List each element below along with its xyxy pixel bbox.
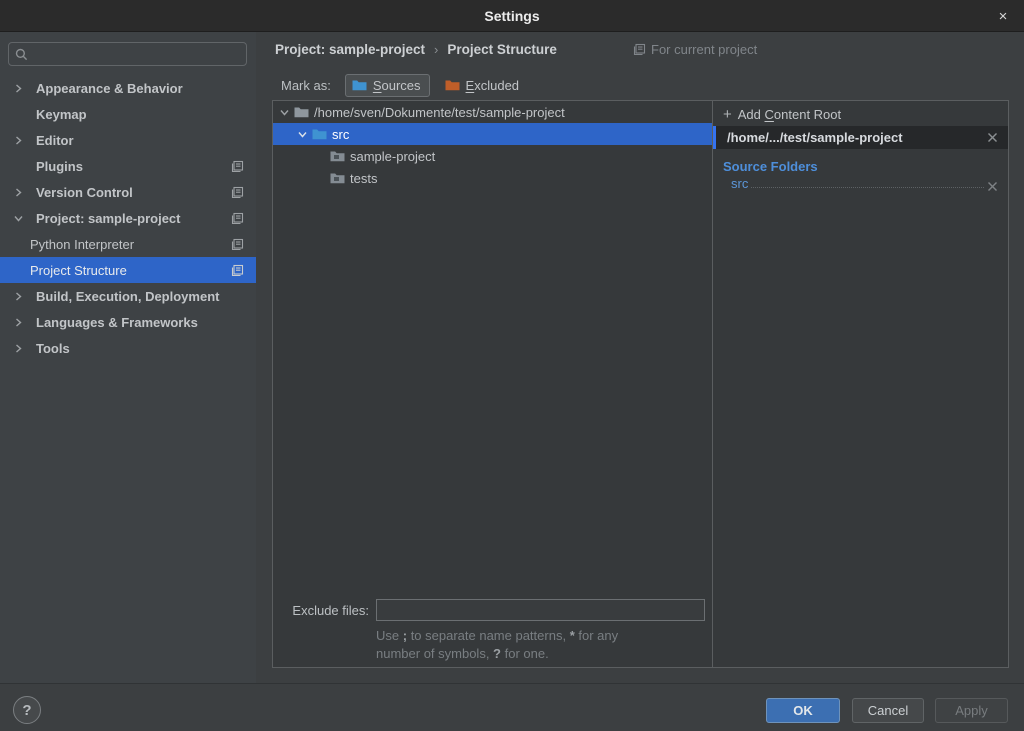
per-project-icon bbox=[231, 238, 244, 251]
exclude-files-block: Exclude files: Use ; to separate name pa… bbox=[273, 599, 712, 663]
folder-icon bbox=[294, 106, 309, 118]
exclude-files-hint: Use ; to separate name patterns, * for a… bbox=[376, 627, 706, 663]
sidebar-item-version-control[interactable]: Version Control bbox=[0, 179, 256, 205]
close-icon[interactable]: × bbox=[990, 0, 1016, 32]
window-titlebar: Settings × bbox=[0, 0, 1024, 32]
chevron-down-icon bbox=[14, 214, 28, 223]
chevron-right-icon bbox=[14, 318, 28, 327]
chevron-down-icon bbox=[280, 108, 294, 117]
remove-content-root-icon[interactable] bbox=[987, 132, 998, 143]
dialog-footer: ? OK Cancel Apply bbox=[0, 683, 1024, 731]
chevron-down-icon bbox=[298, 130, 312, 139]
project-structure-panel: /home/sven/Dokumente/test/sample-project… bbox=[272, 100, 1009, 668]
per-project-icon bbox=[231, 212, 244, 225]
source-folder-icon bbox=[312, 128, 327, 140]
source-folder-row[interactable]: src bbox=[731, 176, 998, 196]
sidebar-item-project-structure[interactable]: Project Structure bbox=[0, 257, 256, 283]
source-folder-name: src bbox=[731, 176, 748, 191]
content-tree: /home/sven/Dokumente/test/sample-project… bbox=[273, 101, 712, 667]
search-icon bbox=[15, 48, 28, 61]
tree-row-content-root[interactable]: /home/sven/Dokumente/test/sample-project bbox=[273, 101, 712, 123]
breadcrumb-page: Project Structure bbox=[447, 42, 557, 57]
plus-icon: + bbox=[723, 106, 732, 123]
question-mark-icon: ? bbox=[22, 702, 31, 719]
remove-source-folder-icon[interactable] bbox=[987, 181, 998, 192]
breadcrumb-separator: › bbox=[434, 42, 438, 57]
breadcrumb-project: Project: sample-project bbox=[275, 42, 425, 57]
help-button[interactable]: ? bbox=[13, 696, 41, 724]
for-current-project-note: For current project bbox=[633, 38, 757, 60]
mark-sources-button[interactable]: Sources bbox=[345, 74, 430, 97]
chevron-right-icon bbox=[14, 136, 28, 145]
cancel-button[interactable]: Cancel bbox=[852, 698, 924, 723]
chevron-right-icon bbox=[14, 292, 28, 301]
search-input[interactable] bbox=[8, 42, 247, 66]
tree-row-src[interactable]: src bbox=[273, 123, 712, 145]
source-folders-heading: Source Folders bbox=[723, 159, 1008, 174]
sidebar-item-editor[interactable]: Editor bbox=[0, 127, 256, 153]
folder-icon bbox=[330, 172, 345, 184]
sidebar-item-appearance-behavior[interactable]: Appearance & Behavior bbox=[0, 75, 256, 101]
exclude-files-input[interactable] bbox=[376, 599, 705, 621]
ok-button[interactable]: OK bbox=[766, 698, 840, 723]
sidebar-item-plugins[interactable]: Plugins bbox=[0, 153, 256, 179]
window-title: Settings bbox=[484, 8, 539, 24]
mark-excluded-button[interactable]: Excluded bbox=[438, 74, 528, 97]
content-root-row[interactable]: /home/.../test/sample-project bbox=[713, 126, 1008, 149]
search-field[interactable] bbox=[33, 47, 233, 62]
source-folder-icon bbox=[352, 79, 367, 91]
dotted-leader bbox=[751, 187, 984, 188]
chevron-right-icon bbox=[14, 84, 28, 93]
sidebar-item-languages-frameworks[interactable]: Languages & Frameworks bbox=[0, 309, 256, 335]
apply-button[interactable]: Apply bbox=[935, 698, 1008, 723]
per-project-icon bbox=[231, 264, 244, 277]
sidebar-item-build-execution-deployment[interactable]: Build, Execution, Deployment bbox=[0, 283, 256, 309]
content-roots-pane: + Add Content Root /home/.../test/sample… bbox=[712, 101, 1008, 667]
per-project-icon bbox=[231, 160, 244, 173]
settings-sidebar: Appearance & Behavior Keymap Editor Plug… bbox=[0, 32, 256, 683]
mark-as-toolbar: Mark as: Sources Excluded bbox=[281, 72, 528, 98]
excluded-folder-icon bbox=[445, 79, 460, 91]
mark-as-label: Mark as: bbox=[281, 78, 331, 93]
sidebar-item-project-sample-project[interactable]: Project: sample-project bbox=[0, 205, 256, 231]
add-content-root-button[interactable]: + Add Content Root bbox=[713, 103, 1008, 125]
chevron-right-icon bbox=[14, 188, 28, 197]
content-root-path: /home/.../test/sample-project bbox=[727, 130, 903, 145]
exclude-files-label: Exclude files: bbox=[273, 603, 369, 618]
tree-row-sample-project[interactable]: sample-project bbox=[273, 145, 712, 167]
tree-row-tests[interactable]: tests bbox=[273, 167, 712, 189]
sidebar-item-python-interpreter[interactable]: Python Interpreter bbox=[0, 231, 256, 257]
per-project-icon bbox=[231, 186, 244, 199]
sidebar-item-tools[interactable]: Tools bbox=[0, 335, 256, 361]
chevron-right-icon bbox=[14, 344, 28, 353]
per-project-icon bbox=[633, 43, 646, 56]
sidebar-nav: Appearance & Behavior Keymap Editor Plug… bbox=[0, 75, 256, 361]
sidebar-item-keymap[interactable]: Keymap bbox=[0, 101, 256, 127]
breadcrumb: Project: sample-project › Project Struct… bbox=[275, 38, 557, 60]
folder-icon bbox=[330, 150, 345, 162]
